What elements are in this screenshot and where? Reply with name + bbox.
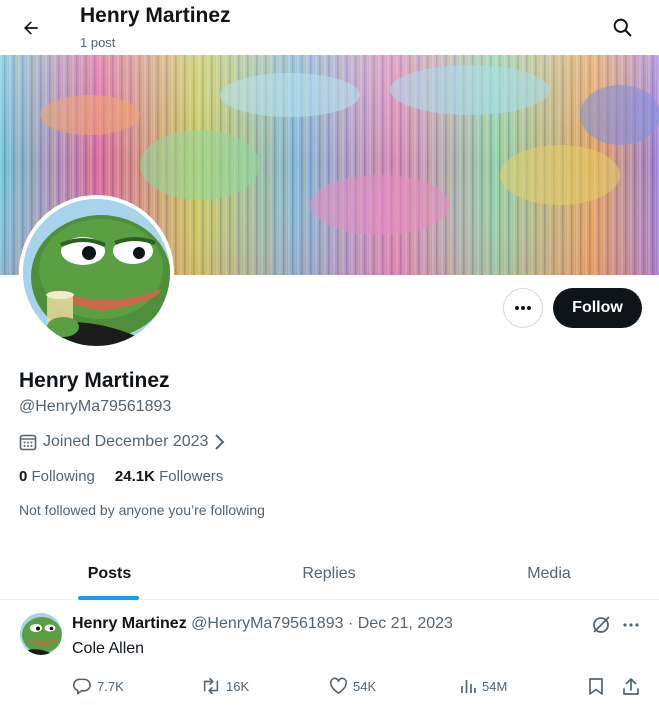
following-label: Following — [31, 468, 95, 485]
search-button[interactable] — [604, 9, 640, 45]
search-icon — [613, 18, 631, 36]
repost-icon — [203, 677, 219, 695]
not-followed-notice: Not followed by anyone you’re following — [19, 502, 265, 518]
more-dots-icon — [623, 623, 639, 627]
joined-date-row[interactable]: Joined December 2023 — [19, 431, 226, 453]
tweet-date[interactable]: Dec 21, 2023 — [358, 615, 453, 632]
views-button[interactable]: 54M — [459, 675, 507, 697]
more-dots-icon — [515, 306, 531, 310]
tweet-more-button[interactable] — [620, 614, 642, 636]
active-tab-indicator — [78, 596, 139, 600]
profile-tabs: Posts Replies Media — [0, 547, 659, 600]
top-bar: Henry Martinez 1 post — [0, 0, 659, 55]
tab-media[interactable]: Media — [439, 547, 659, 600]
followers-link[interactable]: 24.1K Followers — [115, 468, 223, 485]
followers-label: Followers — [159, 468, 224, 485]
share-icon — [623, 677, 639, 695]
profile-handle: @HenryMa79561893 — [19, 398, 172, 415]
grok-button[interactable] — [590, 614, 612, 636]
like-button[interactable]: 54K — [329, 675, 376, 697]
tweet-separator: · — [347, 615, 354, 632]
reply-icon — [73, 678, 91, 694]
views-count: 54M — [482, 678, 508, 694]
heart-icon — [329, 677, 348, 694]
tweet-text: Cole Allen — [72, 640, 145, 657]
bar-chart-icon — [461, 680, 476, 693]
back-button[interactable] — [14, 11, 48, 45]
tweet-header: Henry Martinez @HenryMa79561893 · Dec 21… — [72, 615, 453, 633]
followers-count: 24.1K — [114, 468, 155, 485]
header-post-count: 1 post — [80, 35, 116, 50]
profile-avatar[interactable] — [19, 195, 174, 350]
reply-button[interactable]: 7.7K — [73, 675, 124, 697]
tab-replies[interactable]: Replies — [219, 547, 439, 600]
tweet-avatar[interactable] — [20, 613, 62, 655]
reply-count: 7.7K — [97, 678, 124, 694]
arrow-left-icon — [24, 21, 38, 35]
chevron-right-icon — [215, 434, 225, 450]
repost-count: 16K — [226, 678, 250, 694]
bookmark-button[interactable] — [588, 675, 609, 697]
following-count: 0 — [19, 468, 28, 485]
following-link[interactable]: 0 Following — [19, 468, 95, 485]
profile-display-name: Henry Martinez — [19, 369, 170, 392]
share-button[interactable] — [622, 675, 645, 697]
follow-stats: 0 Following 24.1K Followers — [19, 468, 243, 485]
repost-button[interactable]: 16K — [201, 675, 249, 697]
like-count: 54K — [353, 678, 377, 694]
tab-posts[interactable]: Posts — [0, 547, 219, 600]
calendar-icon — [19, 434, 37, 451]
tweet-actions: 7.7K 16K 54K 54M — [0, 675, 659, 699]
tweet-author-name[interactable]: Henry Martinez — [72, 615, 187, 632]
bookmark-icon — [589, 677, 603, 695]
tweet-item[interactable]: Henry Martinez @HenryMa79561893 · Dec 21… — [0, 601, 659, 705]
header-title: Henry Martinez — [80, 4, 231, 27]
follow-button[interactable]: Follow — [553, 288, 642, 328]
grok-icon — [593, 616, 610, 633]
more-options-button[interactable] — [503, 288, 543, 328]
tweet-author-handle[interactable]: @HenryMa79561893 — [191, 615, 343, 632]
joined-date-text: Joined December 2023 — [43, 433, 209, 450]
